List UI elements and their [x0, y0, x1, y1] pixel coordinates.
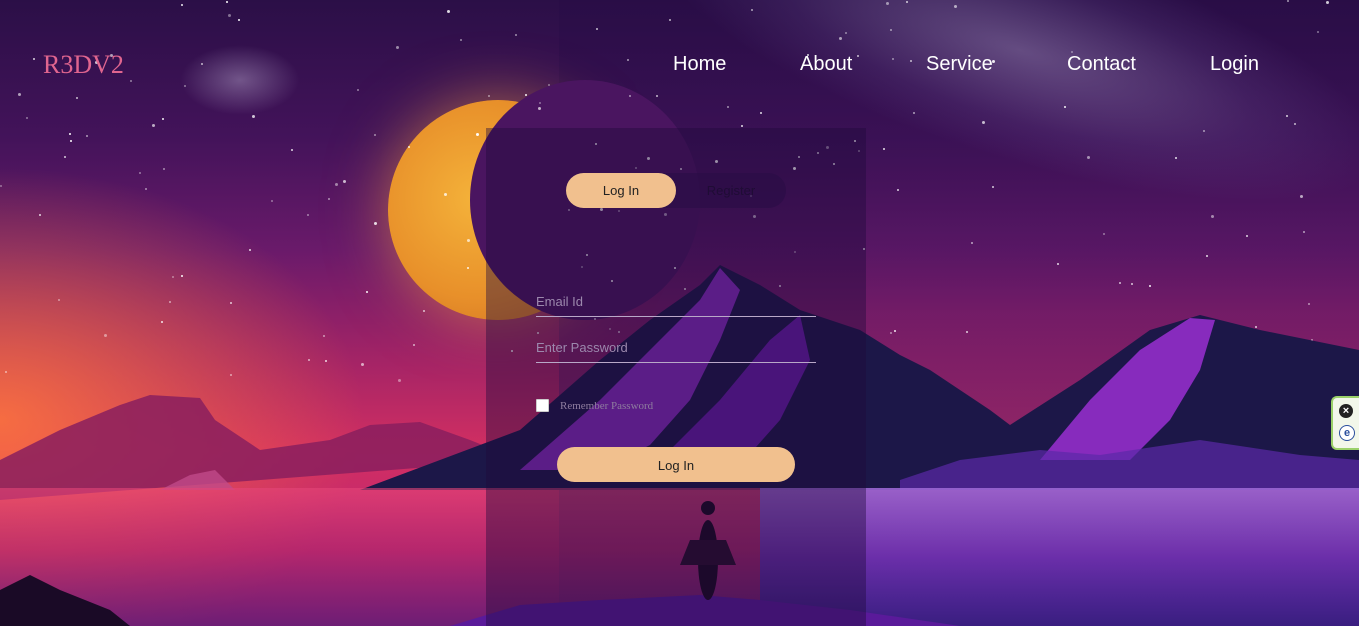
nav-contact-link[interactable]: Contact	[1067, 53, 1136, 76]
nav-home-link[interactable]: Home	[673, 53, 726, 76]
nav-login-link[interactable]: Login	[1210, 53, 1259, 76]
auth-tab-switch: Log In Register	[566, 173, 786, 208]
close-icon[interactable]: ×	[1339, 404, 1353, 418]
side-widget: × e	[1331, 396, 1359, 450]
password-field[interactable]	[536, 332, 816, 363]
nav-about-link[interactable]: About	[800, 53, 852, 76]
nav-service-link[interactable]: Service	[926, 53, 993, 76]
login-panel: Log In Register Remember Password Log In	[486, 128, 866, 626]
e-icon[interactable]: e	[1339, 425, 1355, 441]
remember-label: Remember Password	[560, 399, 654, 412]
brand-logo[interactable]: R3DV2	[43, 50, 124, 80]
login-submit-button[interactable]: Log In	[557, 447, 795, 482]
remember-checkbox[interactable]	[536, 399, 549, 412]
remember-password: Remember Password	[536, 399, 653, 412]
tab-register[interactable]: Register	[676, 173, 786, 208]
tab-login[interactable]: Log In	[566, 173, 676, 208]
email-field[interactable]	[536, 286, 816, 317]
